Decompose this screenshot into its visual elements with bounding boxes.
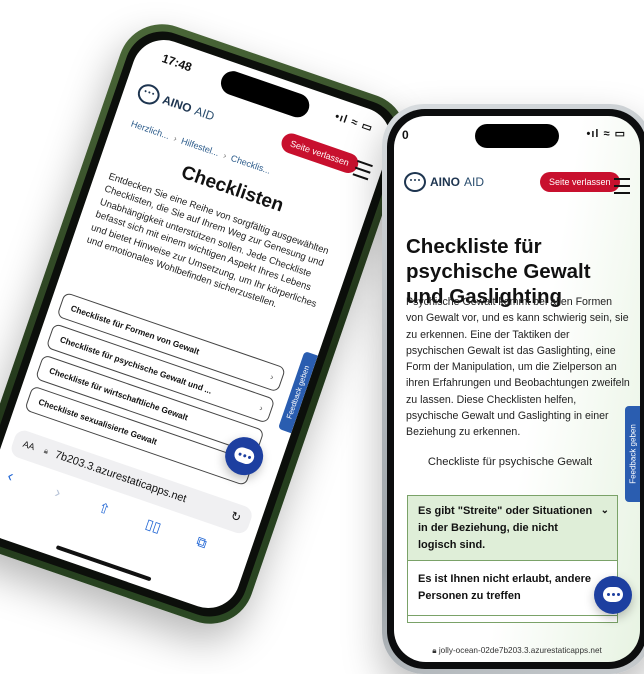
- status-time: 0: [402, 128, 409, 142]
- accordion-item-label: Es gibt "Streite" oder Situationen in de…: [418, 505, 593, 551]
- logo-bubble-icon: [135, 81, 163, 108]
- accordion-item-label: Es ist Ihnen nicht erlaubt, andere Perso…: [418, 573, 591, 602]
- reload-icon[interactable]: ↻: [229, 509, 243, 526]
- section-subtitle: Checkliste für psychische Gewalt: [427, 456, 593, 468]
- chat-icon: [232, 445, 257, 467]
- chevron-right-icon: ›: [268, 371, 276, 383]
- status-icons: •ıl ≈ ▭: [333, 110, 375, 135]
- exit-site-button[interactable]: Seite verlassen: [278, 130, 361, 176]
- status-icons: •ıl ≈ ▭: [586, 128, 626, 140]
- status-bar: 0 •ıl ≈ ▭: [394, 126, 640, 146]
- lock-icon: 🔒︎: [432, 646, 439, 655]
- share-icon[interactable]: ⇧: [96, 499, 112, 519]
- accordion-item[interactable]: [408, 616, 617, 622]
- chat-icon: [603, 587, 623, 602]
- chat-button[interactable]: [594, 576, 632, 614]
- forward-icon[interactable]: ›: [52, 484, 63, 503]
- phone-left: 17:48 •ıl ≈ ▭ AINO AID Seite verlassen He…: [0, 12, 419, 636]
- app-logo[interactable]: AINO AID: [404, 172, 484, 192]
- feedback-label: Feedback geben: [628, 424, 637, 484]
- reader-settings-button[interactable]: AA: [22, 439, 37, 452]
- lock-icon: 🔒︎: [42, 445, 50, 456]
- accordion-item[interactable]: Es gibt "Streite" oder Situationen in de…: [408, 496, 617, 561]
- status-time: 17:48: [160, 51, 194, 75]
- chevron-right-icon: ›: [221, 150, 229, 161]
- tabs-icon[interactable]: ⧉: [194, 533, 210, 552]
- chevron-down-icon: ⌄: [600, 505, 609, 516]
- menu-icon[interactable]: [352, 159, 373, 181]
- logo-text-bold: AINO: [160, 92, 194, 116]
- phone-screen: 0 •ıl ≈ ▭ AINO AID Seite verlassen Checkl…: [394, 116, 640, 662]
- feedback-tab[interactable]: Feedback geben: [625, 406, 640, 502]
- phone-right: 0 •ıl ≈ ▭ AINO AID Seite verlassen Checkl…: [382, 104, 644, 674]
- logo-text-bold: AINO: [430, 175, 460, 189]
- checklist-accordion: Es gibt "Streite" oder Situationen in de…: [407, 495, 618, 623]
- breadcrumb-item-home[interactable]: Herzlich...: [130, 119, 171, 141]
- logo-text-light: AID: [192, 103, 217, 124]
- chevron-right-icon: ›: [258, 402, 265, 414]
- logo-text-light: AID: [464, 175, 485, 189]
- url-text: jolly-ocean-02de7b203.3.azurestaticapps.…: [438, 646, 602, 655]
- bookmarks-icon[interactable]: ▯▯: [143, 515, 163, 536]
- intro-text: Psychische Gewalt kommt bei allen Formen…: [406, 296, 630, 439]
- app-logo[interactable]: AINO AID: [135, 81, 217, 126]
- chevron-right-icon: ›: [172, 133, 179, 144]
- breadcrumb-item-help[interactable]: Hilfestel...: [180, 136, 221, 158]
- logo-bubble-icon: [404, 172, 426, 192]
- accordion-item[interactable]: Es ist Ihnen nicht erlaubt, andere Perso…: [408, 561, 617, 616]
- breadcrumb-item-current: Checklis...: [229, 152, 273, 176]
- back-icon[interactable]: ‹: [5, 468, 16, 487]
- exit-site-button[interactable]: Seite verlassen: [540, 172, 620, 192]
- menu-icon[interactable]: [614, 178, 630, 194]
